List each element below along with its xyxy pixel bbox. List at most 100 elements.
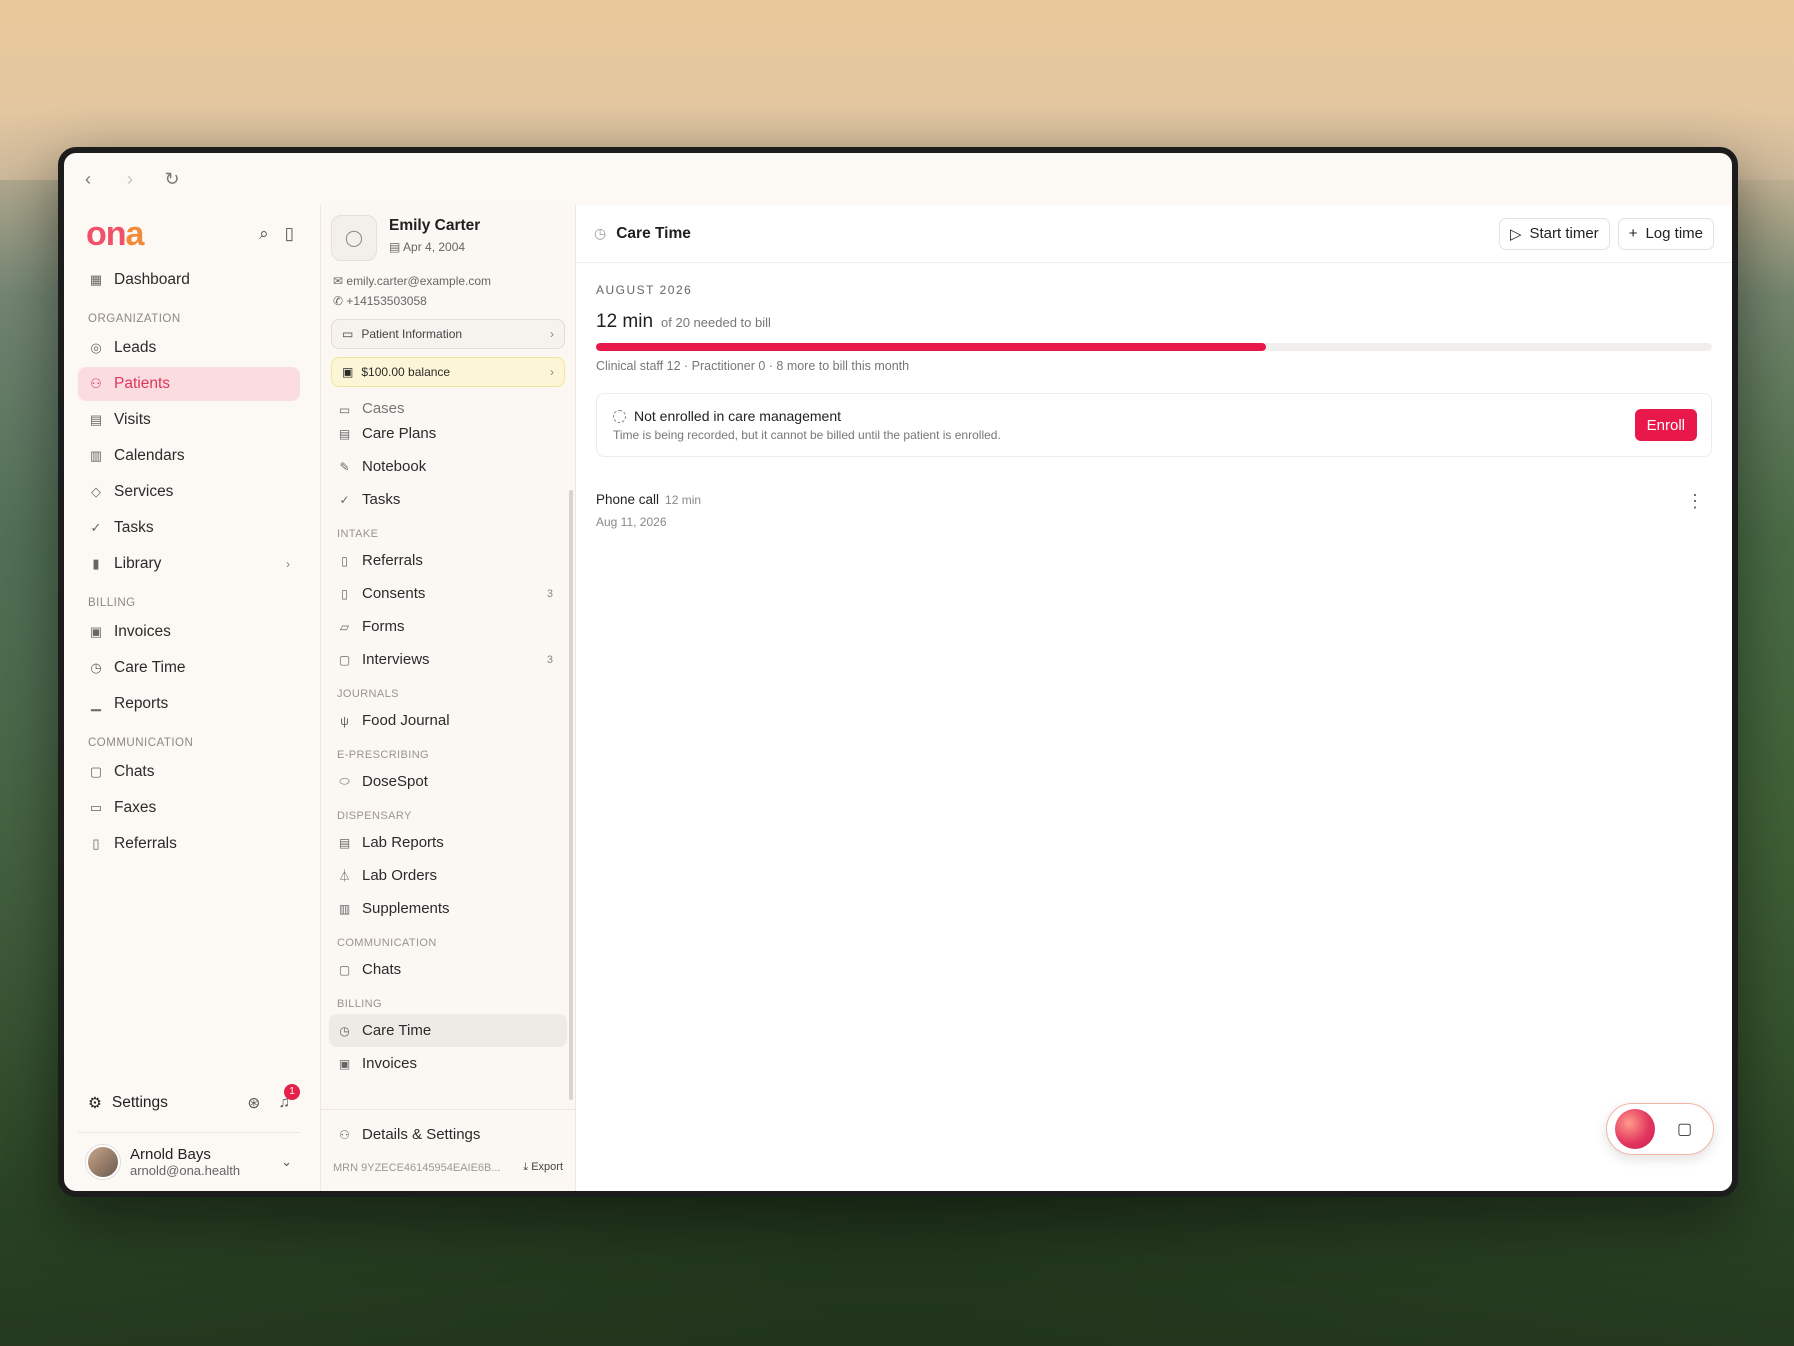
mail-icon: ✉ xyxy=(333,274,347,288)
patient-nav-food-journal[interactable]: ψ Food Journal xyxy=(329,704,567,737)
forward-icon[interactable]: › xyxy=(120,169,140,190)
sidebar-item-tasks[interactable]: ✓ Tasks xyxy=(78,511,300,545)
check-circle-icon: ✓ xyxy=(90,520,102,535)
assistant-orb-icon[interactable] xyxy=(1615,1109,1655,1149)
chat-icon[interactable]: ▢ xyxy=(1677,1119,1692,1139)
chevron-down-icon[interactable]: ⌄ xyxy=(281,1154,292,1170)
balance-button[interactable]: ▣ $100.00 balance › xyxy=(331,357,565,387)
invoice-icon: ▣ xyxy=(338,1056,351,1071)
section-intake: INTAKE xyxy=(337,528,379,540)
sidebar-item-leads[interactable]: ◎ Leads xyxy=(78,331,300,365)
help-icon[interactable]: ⊛ xyxy=(247,1094,260,1113)
section-journals: JOURNALS xyxy=(337,688,399,700)
enroll-button[interactable]: Enroll xyxy=(1634,409,1697,441)
dashboard-icon: ▦ xyxy=(89,272,103,287)
chevron-right-icon: › xyxy=(286,557,290,571)
ona-logo[interactable]: ona xyxy=(86,215,144,254)
clipboard-icon: ▤ xyxy=(338,426,351,441)
sidebar-item-dashboard[interactable]: ▦ Dashboard xyxy=(78,263,300,297)
sidebar-item-calendars[interactable]: ▥ Calendars xyxy=(78,439,300,473)
user-cog-icon: ⚇ xyxy=(339,1127,350,1142)
billing-progress-bar xyxy=(596,343,1712,351)
sidebar-item-reports[interactable]: ▁ Reports xyxy=(78,687,300,721)
user-menu[interactable]: Arnold Bays arnold@ona.health ⌄ xyxy=(78,1132,300,1183)
patient-nav-details-settings[interactable]: ⚇ Details & Settings xyxy=(329,1118,567,1151)
list-item[interactable]: Phone call 12 min Aug 11, 2026 ⋮ xyxy=(576,457,1732,529)
patient-header: ◯ Emily Carter ▤ Apr 4, 2004 xyxy=(321,205,575,261)
sidebar-item-visits[interactable]: ▤ Visits xyxy=(78,403,300,437)
reload-icon[interactable]: ↻ xyxy=(162,169,182,190)
patient-nav-consents[interactable]: ▯ Consents 3 xyxy=(329,577,567,610)
patient-nav-lab-reports[interactable]: ▤ Lab Reports xyxy=(329,826,567,859)
sidebar-item-chats[interactable]: ▢ Chats xyxy=(78,755,300,789)
patient-name: Emily Carter xyxy=(389,217,481,234)
document-icon: ▯ xyxy=(341,553,348,568)
patient-information-button[interactable]: ▭ Patient Information › xyxy=(331,319,565,349)
folder-icon: ▭ xyxy=(338,403,351,417)
patient-nav-forms[interactable]: ▱ Forms xyxy=(329,610,567,643)
id-card-icon: ▭ xyxy=(342,327,354,341)
timer-icon: ◷ xyxy=(90,660,102,675)
patient-nav-list: ▭ Cases ▤ Care Plans ✎ Notebook ✓ Tasks INTA… xyxy=(321,403,575,1109)
patient-nav-care-plans[interactable]: ▤ Care Plans xyxy=(329,417,567,450)
log-time-button[interactable]: + Log time xyxy=(1617,217,1714,250)
patient-footer: ⚇ Details & Settings MRN 9YZECE46145954EA… xyxy=(321,1109,575,1191)
patient-nav-chats[interactable]: ▢ Chats xyxy=(329,953,567,986)
patient-nav-care-time[interactable]: ◷ Care Time xyxy=(329,1014,567,1047)
patient-phone[interactable]: ✆ +14153503058 xyxy=(333,291,563,311)
sidebar-bottom: ⚙ Settings ⊛ ♫ 1 Arnold Bays arnold@ona.h… xyxy=(78,1083,300,1183)
patient-nav-interviews[interactable]: ▢ Interviews 3 xyxy=(329,643,567,676)
phone-icon: ✆ xyxy=(333,294,347,308)
patient-panel: ◯ Emily Carter ▤ Apr 4, 2004 ✉ emily.car… xyxy=(320,205,576,1191)
user-name: Arnold Bays xyxy=(130,1146,211,1163)
back-icon[interactable]: ‹ xyxy=(78,169,98,190)
patient-nav-referrals[interactable]: ▯ Referrals xyxy=(329,544,567,577)
sidebar-item-services[interactable]: ◇ Services xyxy=(78,475,300,509)
sidebar-item-care-time[interactable]: ◷ Care Time xyxy=(78,651,300,685)
sidebar-item-faxes[interactable]: ▭ Faxes xyxy=(78,791,300,825)
sidebar-item-library[interactable]: ▮ Library › xyxy=(78,547,300,581)
patient-nav-supplements[interactable]: ▥ Supplements xyxy=(329,892,567,925)
sidebar-toggle-icon[interactable]: ▯ xyxy=(285,224,294,244)
enroll-subtitle: Time is being recorded, but it cannot be… xyxy=(613,428,1001,442)
section-organization: ORGANIZATION xyxy=(88,313,181,325)
notebook-icon: ✎ xyxy=(339,459,350,474)
patient-nav-dosespot[interactable]: ⬭ DoseSpot xyxy=(329,765,567,798)
care-time-main: ◷ Care Time ▷ Start timer + Log time AUGUS… xyxy=(576,205,1732,1191)
chevron-right-icon: › xyxy=(550,327,554,341)
settings-link[interactable]: Settings xyxy=(112,1094,168,1112)
section-dispensary: DISPENSARY xyxy=(337,810,412,822)
patient-dob: ▤ Apr 4, 2004 xyxy=(389,240,466,254)
sidebar-item-invoices[interactable]: ▣ Invoices xyxy=(78,615,300,649)
start-timer-button[interactable]: ▷ Start timer xyxy=(1498,217,1610,250)
calendar-icon: ▤ xyxy=(389,240,404,254)
patient-contact: ✉ emily.carter@example.com ✆ +1415350305… xyxy=(321,261,575,311)
calendar-grid-icon: ▥ xyxy=(89,448,103,463)
patient-nav-invoices[interactable]: ▣ Invoices xyxy=(329,1047,567,1080)
patient-nav-cases[interactable]: ▭ Cases xyxy=(329,403,567,417)
entry-duration: 12 min xyxy=(665,493,702,507)
notification-badge: 1 xyxy=(284,1083,300,1100)
bell-icon[interactable]: ♫ 1 xyxy=(278,1083,300,1113)
page-title: Care Time xyxy=(616,224,691,242)
form-icon: ▱ xyxy=(339,619,350,634)
patient-email[interactable]: ✉ emily.carter@example.com xyxy=(333,271,563,291)
main-sidebar: ona ⌕ ▯ ▦ Dashboard ORGANIZATION ◎ Leads … xyxy=(64,205,314,1191)
section-communication: COMMUNICATION xyxy=(88,737,194,749)
patient-panel-scrollbar[interactable] xyxy=(569,490,573,1100)
timer-icon: ◷ xyxy=(594,225,607,241)
pill-icon: ⬭ xyxy=(339,774,350,788)
section-communication: COMMUNICATION xyxy=(337,937,437,949)
sidebar-item-patients[interactable]: ⚇ Patients xyxy=(78,367,300,401)
patient-nav-notebook[interactable]: ✎ Notebook xyxy=(329,450,567,483)
search-icon[interactable]: ⌕ xyxy=(259,224,269,244)
clipboard-icon: ▤ xyxy=(338,835,351,850)
wallet-icon: ▣ xyxy=(342,365,354,379)
patient-nav-tasks[interactable]: ✓ Tasks xyxy=(329,483,567,516)
invoice-icon: ▣ xyxy=(89,624,103,639)
sidebar-item-referrals[interactable]: ▯ Referrals xyxy=(78,827,300,861)
export-button[interactable]: ⤓ Export xyxy=(523,1161,563,1174)
more-options-icon[interactable]: ⋮ xyxy=(1686,492,1704,529)
tag-icon: ◇ xyxy=(91,484,101,499)
patient-nav-lab-orders[interactable]: ⏃ Lab Orders xyxy=(329,859,567,892)
